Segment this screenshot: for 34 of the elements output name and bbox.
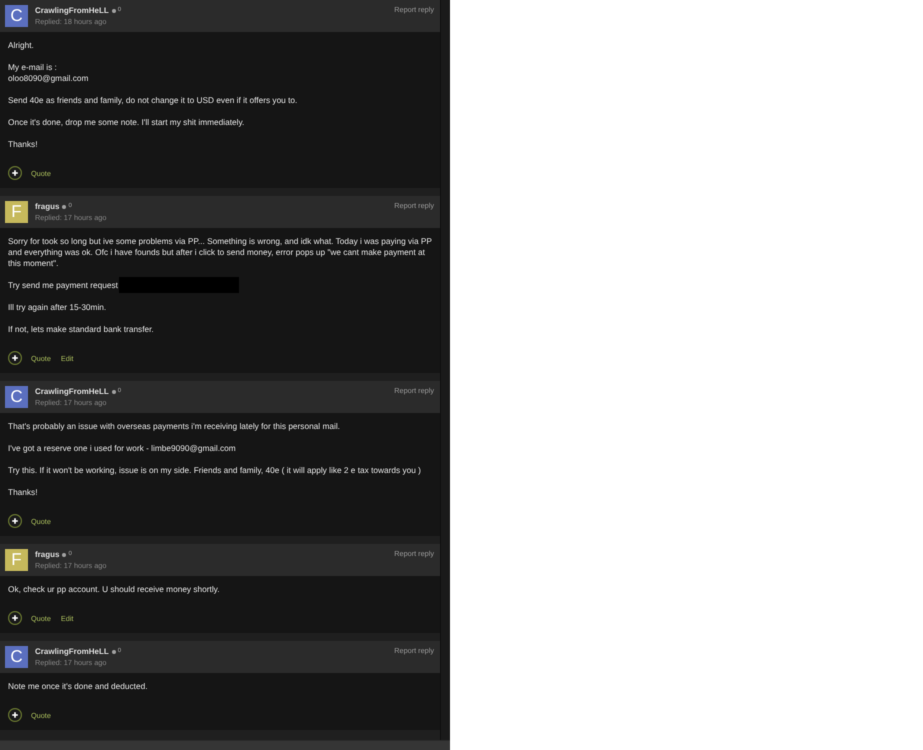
plus-circle-icon[interactable] — [8, 514, 22, 528]
post-text: Try this. If it won't be working, issue is on my side. Friends and family, 40e ( it will apply like 2 e tax towards you ) — [8, 465, 422, 476]
status-dot-icon — [62, 204, 66, 208]
post-text: Send 40e as friends and family, do not change it to USD even if it offers you to. — [8, 95, 298, 106]
status-dot-icon — [112, 390, 116, 394]
author-name[interactable]: CrawlingFromHeLL — [35, 5, 109, 16]
post-text: Try send me payment request — [8, 280, 432, 292]
status-dot-icon — [62, 552, 66, 557]
author-name[interactable]: CrawlingFromHeLL — [35, 646, 109, 658]
author-name[interactable]: fragus — [35, 201, 60, 212]
post-text: I've got a reserve one i used for work - limbe9090@gmail.com — [8, 443, 237, 454]
post-text: Alright. — [8, 40, 35, 51]
post-text: Ok, check ur pp account. U should receive money shortly. — [8, 584, 221, 596]
user-avatar[interactable]: C — [5, 5, 28, 27]
scrollbar-track[interactable] — [440, 0, 450, 740]
status-dot-icon — [112, 650, 116, 654]
post-text: Ill try again after 15-30min. — [8, 302, 108, 314]
plus-circle-icon[interactable] — [8, 166, 22, 180]
post-text: That's probably an issue with overseas payments i'm receiving lately for this personal mail. — [8, 421, 341, 432]
status-dot-icon — [112, 8, 116, 12]
plus-circle-icon[interactable] — [8, 708, 22, 722]
post-text: Thanks! — [8, 139, 39, 150]
plus-circle-icon[interactable] — [8, 351, 22, 366]
post-text: Once it's done, drop me some note. I'll start my shit immediately. — [8, 117, 246, 128]
author-name[interactable]: CrawlingFromHeLL — [35, 386, 109, 398]
user-avatar[interactable]: C — [5, 646, 28, 668]
plus-circle-icon[interactable] — [8, 611, 22, 626]
post-text: My e-mail is : oloo8090@gmail.com — [8, 62, 90, 84]
post-text: Note me once it's done and deducted. — [8, 681, 148, 692]
user-avatar[interactable]: C — [5, 386, 28, 408]
post-text: If not, lets make standard bank transfer. — [8, 324, 155, 336]
post-text: Sorry for took so long but ive some problems via PP... Something is wrong, and idk what. Today i was paying via PP and everything was ok. Ofc i have founds but after i click to send money, error pops up "we cant make payment at this moment". — [8, 236, 432, 269]
author-name[interactable]: fragus — [35, 549, 60, 560]
post-text: Thanks! — [8, 487, 39, 498]
